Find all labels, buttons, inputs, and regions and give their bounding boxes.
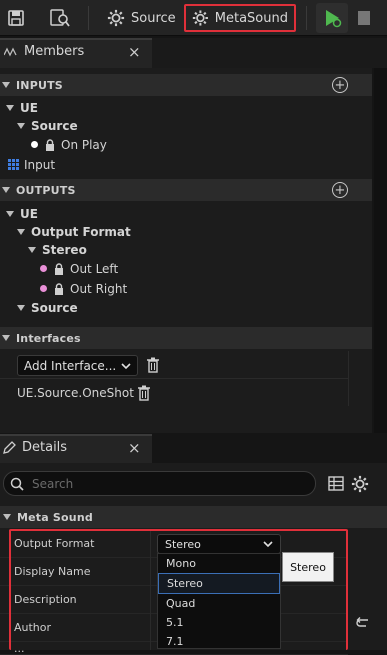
collapse-arrow-icon: [6, 210, 14, 217]
menu-option-7-1[interactable]: 7.1: [158, 632, 280, 651]
collapse-arrow-icon: [2, 82, 10, 88]
trash-icon[interactable]: [146, 357, 160, 376]
settings-icon[interactable]: [351, 475, 369, 496]
source-button-label: Source: [131, 10, 176, 26]
members-scrollbar[interactable]: [374, 68, 387, 433]
inputs-section-header[interactable]: INPUTS: [0, 74, 372, 96]
table-view-icon[interactable]: [328, 476, 344, 494]
inputs-source-item[interactable]: Source: [17, 116, 78, 135]
toolbar-separator: [306, 6, 307, 30]
outputs-source-item[interactable]: Source: [17, 298, 78, 317]
add-output-icon[interactable]: +: [332, 182, 348, 198]
pencil-icon: [3, 441, 16, 454]
stereo-item[interactable]: Stereo: [28, 240, 87, 259]
save-icon[interactable]: [0, 2, 32, 34]
audio-pin-icon: [40, 285, 47, 292]
collapse-arrow-icon: [28, 246, 36, 253]
inputs-ue-item[interactable]: UE: [6, 98, 38, 117]
stop-icon: [358, 11, 370, 25]
column-divider: [348, 351, 349, 406]
interfaces-section-header[interactable]: Interfaces: [0, 327, 372, 349]
menu-option-5-1[interactable]: 5.1: [158, 613, 280, 632]
collapse-arrow-icon: [17, 228, 25, 235]
details-tab-label: Details: [22, 440, 68, 455]
input-item[interactable]: Input: [8, 155, 55, 174]
menu-option-mono[interactable]: Mono: [158, 554, 280, 573]
interfaces-label: Interfaces: [16, 331, 81, 345]
outputs-ue-item[interactable]: UE: [6, 204, 38, 223]
details-tab-header: Details: [3, 440, 67, 455]
details-search-input[interactable]: Search: [3, 471, 316, 496]
gear-icon: [192, 10, 208, 26]
play-icon: [326, 10, 342, 28]
reset-arrow-icon[interactable]: [356, 617, 370, 632]
audio-pin-icon: [40, 265, 47, 272]
menu-option-quad[interactable]: Quad: [158, 594, 280, 613]
on-play-item[interactable]: On Play: [31, 135, 107, 154]
collapse-arrow-icon: [6, 104, 14, 111]
add-interface-dropdown[interactable]: Add Interface...: [17, 355, 138, 376]
collapse-arrow-icon: [17, 304, 25, 311]
output-format-dropdown[interactable]: Stereo: [157, 534, 281, 554]
lock-icon: [55, 282, 63, 295]
stop-button[interactable]: [350, 3, 378, 33]
collapse-arrow-icon: [2, 335, 10, 341]
members-close-icon[interactable]: ×: [128, 43, 141, 61]
lock-icon: [46, 138, 54, 151]
collapse-arrow-icon: [17, 122, 25, 129]
source-button[interactable]: Source: [101, 4, 182, 32]
inputs-label: INPUTS: [16, 78, 63, 92]
members-icon: [4, 47, 17, 56]
play-button[interactable]: [316, 3, 348, 33]
grid-input-icon: [8, 159, 19, 170]
outputs-section-header[interactable]: OUTPUTS: [0, 179, 372, 201]
tooltip: Stereo: [282, 552, 334, 582]
metasound-button[interactable]: MetaSound: [184, 4, 296, 32]
out-left-item[interactable]: Out Left: [40, 259, 118, 278]
collapse-arrow-icon: [2, 187, 10, 193]
meta-sound-label: Meta Sound: [17, 510, 93, 524]
metasound-button-label: MetaSound: [214, 10, 288, 26]
toolbar-separator: [88, 6, 89, 30]
trigger-pin-icon: [31, 141, 38, 148]
details-close-icon[interactable]: ×: [128, 439, 141, 457]
interface-item[interactable]: UE.Source.OneShot: [17, 383, 134, 402]
members-tab-header: Members: [4, 44, 84, 59]
chevron-down-icon: [121, 362, 131, 369]
collapse-arrow-icon: [3, 514, 11, 520]
menu-option-stereo[interactable]: Stereo: [158, 573, 280, 594]
chevron-down-icon: [263, 541, 273, 548]
lock-icon: [55, 262, 63, 275]
members-tab-label: Members: [24, 44, 85, 59]
search-icon: [10, 477, 24, 491]
trash-icon[interactable]: [137, 385, 151, 404]
output-format-menu: Mono Stereo Quad 5.1 7.1: [157, 553, 281, 649]
gear-icon: [107, 9, 125, 27]
outputs-label: OUTPUTS: [16, 183, 76, 197]
meta-sound-section-header[interactable]: Meta Sound: [0, 506, 387, 528]
add-input-icon[interactable]: +: [332, 77, 348, 93]
out-right-item[interactable]: Out Right: [40, 279, 127, 298]
browse-icon[interactable]: [44, 2, 76, 34]
output-format-item[interactable]: Output Format: [17, 222, 131, 241]
